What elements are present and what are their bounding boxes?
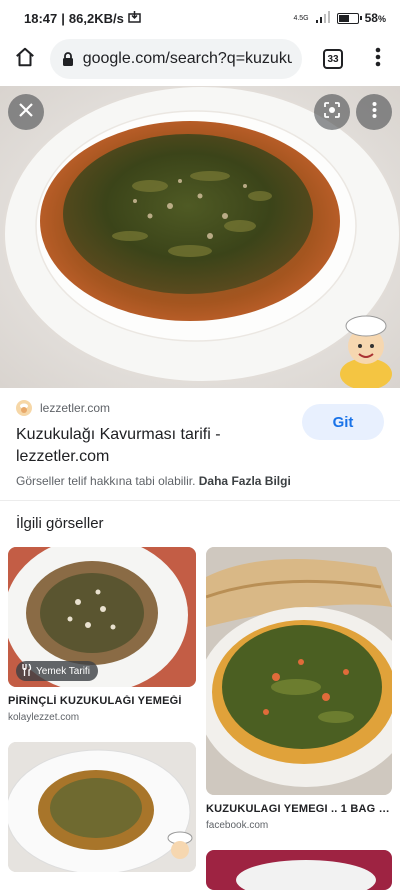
source-row[interactable]: lezzetler.com	[16, 400, 110, 416]
related-image-title[interactable]: PİRİNÇLİ KUZUKULAĞI YEMEĞİ	[8, 695, 196, 707]
dish-image	[0, 86, 400, 388]
dish-image	[8, 742, 196, 872]
visit-site-button[interactable]: Git	[302, 404, 384, 440]
related-image-title[interactable]: KUZUKULAGI YEMEGI .. 1 BAG KUZUKULAGI	[206, 803, 392, 815]
home-icon	[14, 46, 36, 73]
copyright-note: Görseller telif hakkına tabi olabilir. D…	[16, 474, 291, 488]
related-image-source[interactable]: kolaylezzet.com	[8, 712, 196, 723]
fork-knife-icon	[22, 663, 32, 679]
tab-count: 33	[323, 49, 343, 69]
status-separator: |	[61, 10, 65, 26]
related-image[interactable]	[206, 547, 392, 795]
home-button[interactable]	[0, 36, 50, 82]
more-vert-icon	[372, 101, 377, 123]
divider	[0, 500, 400, 501]
related-image-card[interactable]	[8, 742, 196, 872]
battery-icon	[336, 12, 362, 24]
lens-icon	[323, 101, 341, 124]
dish-image	[206, 850, 392, 890]
network-tag: 4.5G	[293, 14, 309, 22]
status-speed: 86,2KB/s	[68, 10, 124, 26]
close-preview-button[interactable]	[8, 94, 44, 130]
preview-image[interactable]	[0, 86, 400, 388]
url-text[interactable]: google.com/search?q=kuzukula	[83, 50, 292, 68]
related-image-card[interactable]: KUZUKULAGI YEMEGI .. 1 BAG KUZUKULAGI fa…	[206, 547, 392, 831]
dish-image	[206, 547, 392, 795]
related-images-heading: İlgili görseller	[16, 515, 104, 532]
more-info-link[interactable]: Daha Fazla Bilgi	[199, 474, 291, 488]
data-saver-icon	[128, 10, 141, 26]
related-image-card[interactable]	[206, 850, 392, 890]
image-menu-button[interactable]	[356, 94, 392, 130]
close-icon	[18, 102, 34, 123]
related-image[interactable]: Yemek Tarifi	[8, 547, 196, 687]
status-time: 18:47	[24, 10, 58, 26]
related-image[interactable]	[8, 742, 196, 872]
lock-icon[interactable]	[60, 51, 77, 67]
browser-toolbar: google.com/search?q=kuzukula 33	[0, 36, 400, 82]
address-bar[interactable]: google.com/search?q=kuzukula	[50, 39, 302, 79]
related-image-source[interactable]: facebook.com	[206, 820, 392, 831]
more-vert-icon	[375, 47, 381, 72]
source-site[interactable]: lezzetler.com	[40, 401, 110, 415]
related-image[interactable]	[206, 850, 392, 890]
lens-search-button[interactable]	[314, 94, 350, 130]
site-favicon-icon	[16, 400, 32, 416]
recipe-badge: Yemek Tarifi	[16, 661, 98, 681]
tab-switcher-button[interactable]: 33	[308, 36, 358, 82]
browser-menu-button[interactable]	[358, 36, 398, 82]
related-image-card[interactable]: Yemek Tarifi PİRİNÇLİ KUZUKULAĞI YEMEĞİ …	[8, 547, 196, 723]
status-bar: 18:47 | 86,2KB/s 4.5G 58%	[0, 0, 400, 36]
battery-percent: 58%	[364, 11, 386, 25]
signal-icon	[315, 10, 331, 26]
result-title[interactable]: Kuzukulağı Kavurması tarifi - lezzetler.…	[16, 424, 286, 468]
recipe-badge-label: Yemek Tarifi	[36, 665, 90, 677]
